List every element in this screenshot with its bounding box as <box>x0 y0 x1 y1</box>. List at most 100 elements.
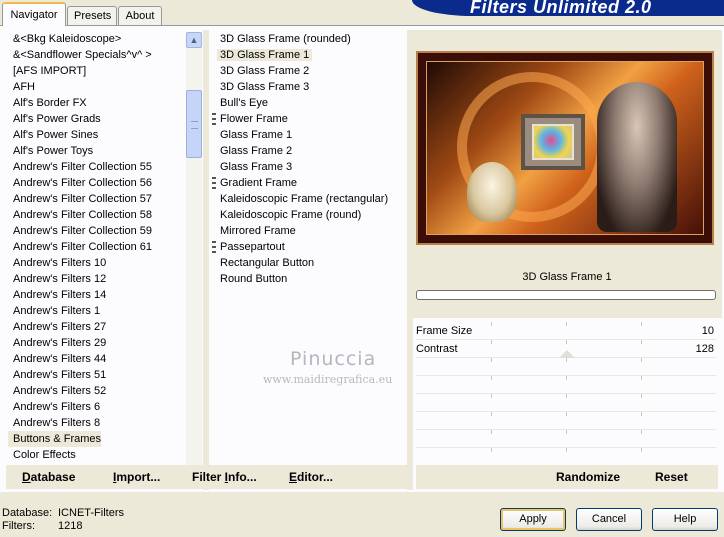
category-item[interactable]: Andrew's Filters 12 <box>8 271 186 287</box>
filter-item-label: Kaleidoscopic Frame (rectangular) <box>220 193 389 205</box>
import-button[interactable]: Import... <box>113 470 160 484</box>
slider-row[interactable]: Frame Size 10 <box>416 322 716 340</box>
category-item[interactable]: Andrew's Filter Collection 61 <box>8 239 186 255</box>
filter-item[interactable]: 3D Glass Frame 1 <box>212 47 408 63</box>
category-item[interactable]: Andrew's Filters 6 <box>8 399 186 415</box>
category-item[interactable]: Andrew's Filters 8 <box>8 415 186 431</box>
category-item[interactable]: Andrew's Filters 29 <box>8 335 186 351</box>
slider-row <box>416 394 716 412</box>
slider-tick <box>641 340 642 344</box>
filter-item[interactable]: Kaleidoscopic Frame (rectangular) <box>212 191 408 207</box>
category-item[interactable]: Andrew's Filter Collection 57 <box>8 191 186 207</box>
filters-label: Filters: <box>2 520 35 532</box>
reset-button[interactable]: Reset <box>655 470 688 484</box>
slider-tick <box>491 430 492 434</box>
filter-item[interactable]: Rectangular Button <box>212 255 408 271</box>
filter-item-label: Gradient Frame <box>220 177 298 189</box>
filter-item[interactable]: Glass Frame 2 <box>212 143 408 159</box>
filter-item-label: Passepartout <box>220 241 285 253</box>
category-item[interactable]: Andrew's Filters 14 <box>8 287 186 303</box>
randomize-button[interactable]: Randomize <box>556 470 620 484</box>
help-button[interactable]: Help <box>652 508 718 531</box>
title-banner: Filters Unlimited 2.0 <box>412 0 724 16</box>
filter-item[interactable]: Glass Frame 3 <box>212 159 408 175</box>
filter-info-button[interactable]: Filter Info... <box>192 470 257 484</box>
filter-item[interactable]: 3D Glass Frame 3 <box>212 79 408 95</box>
tab-navigator[interactable]: Navigator <box>2 2 66 26</box>
filter-item[interactable]: Passepartout <box>212 239 408 255</box>
filter-item[interactable]: Gradient Frame <box>212 175 408 191</box>
dialog-footer: Database: ICNET-Filters Filters: 1218 Appl… <box>0 492 724 537</box>
filter-item-label: 3D Glass Frame 2 <box>220 65 310 77</box>
filter-item[interactable]: Glass Frame 1 <box>212 127 408 143</box>
category-item[interactable]: Andrew's Filters 52 <box>8 383 186 399</box>
scroll-thumb[interactable] <box>186 90 202 158</box>
category-item[interactable]: Andrew's Filter Collection 58 <box>8 207 186 223</box>
slider-row <box>416 448 716 466</box>
apply-button[interactable]: Apply <box>500 508 566 531</box>
category-item[interactable]: Andrew's Filter Collection 59 <box>8 223 186 239</box>
slider-thumb[interactable] <box>558 350 575 358</box>
preview-toolbar: Randomize Reset <box>416 465 718 489</box>
filter-item[interactable]: Round Button <box>212 271 408 287</box>
category-item[interactable]: Andrew's Filter Collection 56 <box>8 175 186 191</box>
artwork-frame <box>521 114 585 170</box>
tab-about[interactable]: About <box>118 6 162 25</box>
category-scrollbar[interactable]: ▲ ▼ <box>186 32 202 488</box>
category-item[interactable]: &<Bkg Kaleidoscope> <box>8 31 186 47</box>
filter-item[interactable]: Flower Frame <box>212 111 408 127</box>
slider-row <box>416 358 716 376</box>
category-item[interactable]: [AFS IMPORT] <box>8 63 186 79</box>
category-item[interactable]: Alf's Border FX <box>8 95 186 111</box>
preview-image[interactable] <box>416 51 714 245</box>
slider-row[interactable]: Contrast 128 <box>416 340 716 358</box>
category-item[interactable]: Alf's Power Grads <box>8 111 186 127</box>
filter-item[interactable]: 3D Glass Frame (rounded) <box>212 31 408 47</box>
category-item[interactable]: Andrew's Filters 44 <box>8 351 186 367</box>
cancel-button[interactable]: Cancel <box>576 508 642 531</box>
editor-button[interactable]: Editor... <box>289 470 333 484</box>
slider-tick <box>641 448 642 452</box>
tab-presets[interactable]: Presets <box>67 6 117 25</box>
slider-tick <box>566 448 567 452</box>
slider-tick <box>491 412 492 416</box>
filter-item-label: Glass Frame 2 <box>220 145 293 157</box>
slider-tick <box>641 430 642 434</box>
database-info: Database: ICNET-Filters <box>2 507 124 520</box>
category-item[interactable]: Andrew's Filter Collection 55 <box>8 159 186 175</box>
category-item[interactable]: Andrew's Filters 10 <box>8 255 186 271</box>
list-splitter[interactable] <box>203 30 209 490</box>
filter-list[interactable]: 3D Glass Frame (rounded) 3D Glass Frame 1… <box>212 31 408 471</box>
artwork-lily <box>467 162 517 222</box>
slider-tick <box>566 430 567 434</box>
filter-item[interactable]: Mirrored Frame <box>212 223 408 239</box>
category-item[interactable]: Color Effects <box>8 447 186 463</box>
filter-item-label: Round Button <box>220 273 288 285</box>
scroll-up-button[interactable]: ▲ <box>186 32 202 48</box>
category-item[interactable]: Alf's Power Sines <box>8 127 186 143</box>
group-marker-icon <box>212 113 216 125</box>
category-item[interactable]: &<Sandflower Specials^v^ > <box>8 47 186 63</box>
slider-tick <box>566 412 567 416</box>
category-item[interactable]: AFH <box>8 79 186 95</box>
slider-tick <box>491 340 492 344</box>
filter-item-label: Bull's Eye <box>220 97 268 109</box>
filter-item-label: Rectangular Button <box>220 257 315 269</box>
filter-item-label: 3D Glass Frame 3 <box>220 81 310 93</box>
filter-item[interactable]: Kaleidoscopic Frame (round) <box>212 207 408 223</box>
category-item[interactable]: Andrew's Filters 1 <box>8 303 186 319</box>
navigator-panel: &<Bkg Kaleidoscope> &<Sandflower Specials… <box>0 25 724 492</box>
category-list[interactable]: &<Bkg Kaleidoscope> &<Sandflower Specials… <box>8 31 186 489</box>
database-button[interactable]: Database <box>22 470 75 484</box>
progress-bar <box>416 290 716 300</box>
category-item[interactable]: Alf's Power Toys <box>8 143 186 159</box>
category-item[interactable]: Andrew's Filters 51 <box>8 367 186 383</box>
slider-tick <box>641 394 642 398</box>
navigator-toolbar: Database Import... Filter Info... Editor… <box>6 465 410 489</box>
filter-item[interactable]: Bull's Eye <box>212 95 408 111</box>
category-item[interactable]: Buttons & Frames <box>8 431 101 447</box>
slider-row <box>416 412 716 430</box>
watermark-url: www.maidiregrafica.eu <box>263 373 393 386</box>
category-item[interactable]: Andrew's Filters 27 <box>8 319 186 335</box>
filter-item[interactable]: 3D Glass Frame 2 <box>212 63 408 79</box>
